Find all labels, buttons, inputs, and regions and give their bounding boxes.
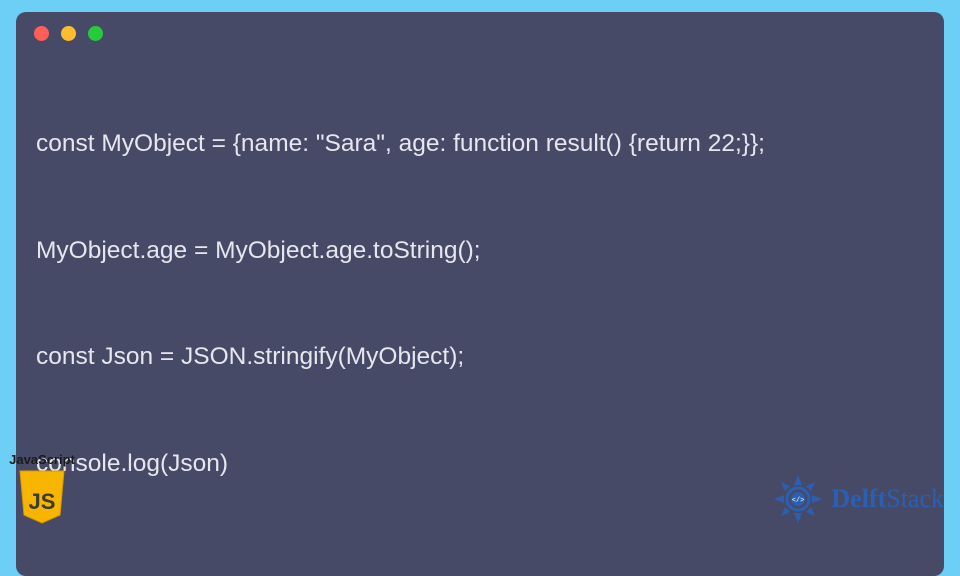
code-line: const MyObject = {name: "Sara", age: fun… <box>36 126 924 162</box>
maximize-icon <box>88 26 103 41</box>
brand-name: DelftStack <box>831 484 944 514</box>
code-line: const Json = JSON.stringify(MyObject); <box>36 339 924 375</box>
javascript-shield-icon: JS <box>16 469 68 525</box>
brand-logo-icon: </> <box>771 472 825 526</box>
code-line: MyObject.age = MyObject.age.toString(); <box>36 233 924 269</box>
javascript-label: JavaScript <box>6 452 78 467</box>
js-shield-text: JS <box>29 489 56 514</box>
javascript-badge: JavaScript JS <box>6 452 78 530</box>
svg-text:</>: </> <box>792 497 805 505</box>
close-icon <box>34 26 49 41</box>
brand: </> DelftStack <box>771 472 944 526</box>
window-titlebar <box>16 12 944 45</box>
minimize-icon <box>61 26 76 41</box>
